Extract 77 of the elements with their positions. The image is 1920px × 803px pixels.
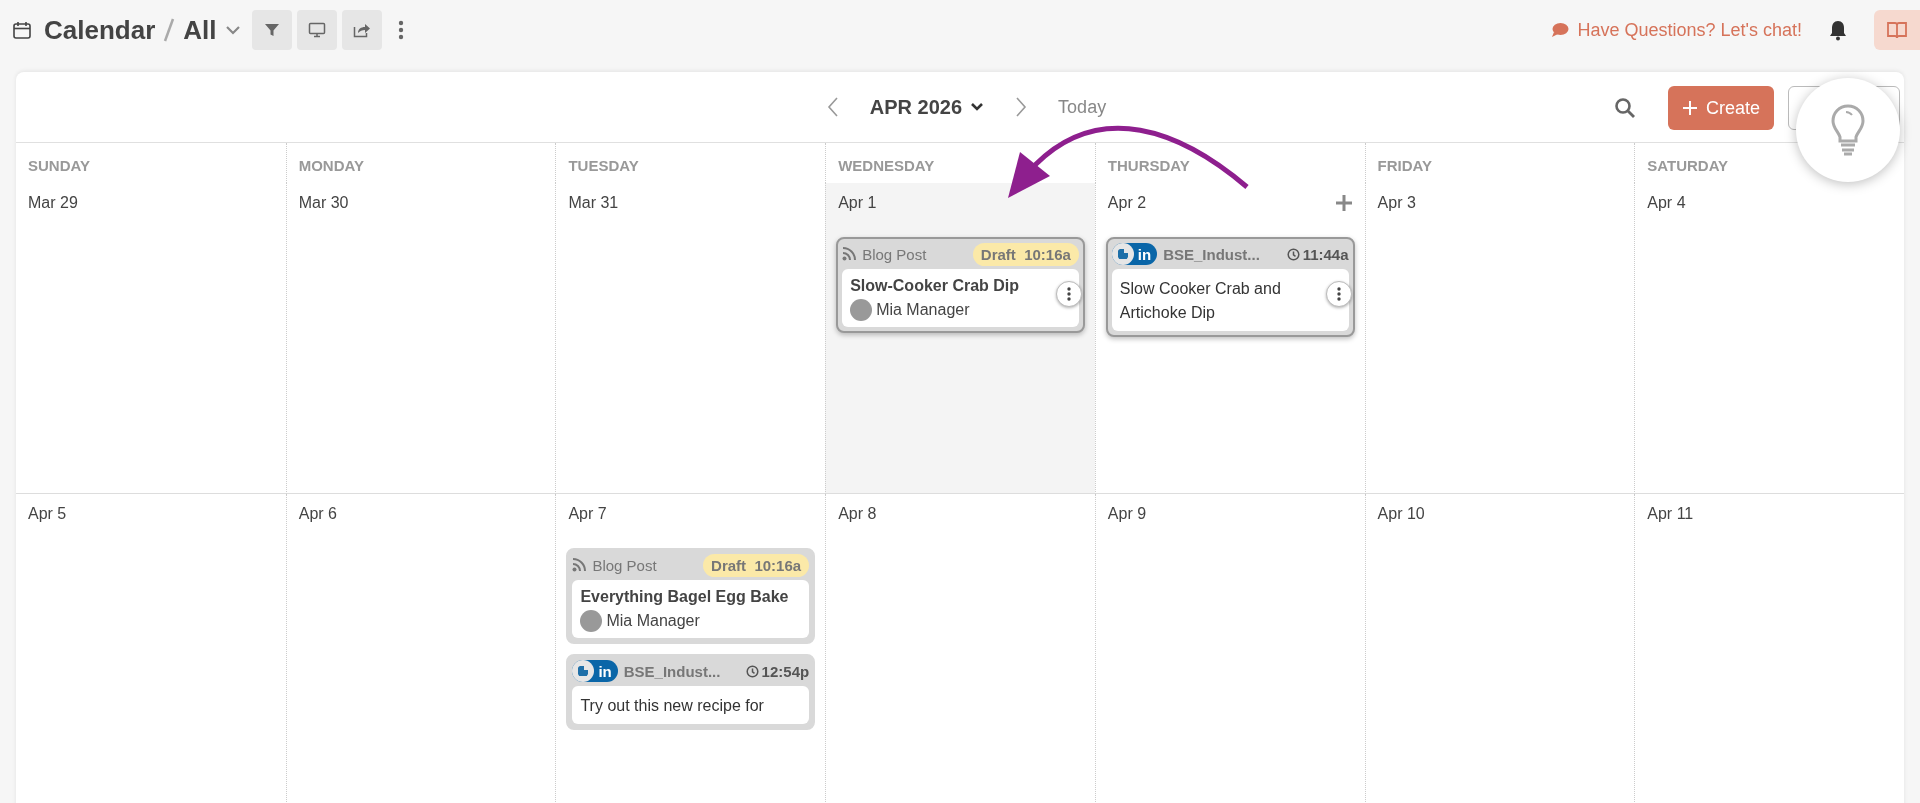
date-label: Apr 7 (568, 505, 607, 523)
date-label: Mar 29 (28, 194, 78, 212)
status-badge: Draft 10:16a (703, 553, 810, 577)
date-label: Apr 4 (1647, 194, 1686, 212)
building-icon (1111, 243, 1134, 265)
next-month-icon[interactable] (1014, 96, 1029, 118)
guide-button[interactable] (1874, 10, 1920, 50)
lightbulb-icon (1830, 103, 1866, 157)
chevron-down-icon (224, 25, 241, 35)
weekday-label: FRIDAY (1377, 157, 1433, 174)
event-card[interactable]: in BSE_Indust... 12:54p Try out this new recipe for (566, 654, 816, 730)
avatar-icon (850, 299, 873, 321)
avatar-icon (580, 610, 603, 632)
status-badge: Draft 10:16a (972, 242, 1079, 266)
weekday-label: SATURDAY (1647, 157, 1729, 174)
account-name: BSE_Indust... (623, 662, 722, 680)
social-account-badge: in (1111, 243, 1158, 265)
date-label: Apr 9 (1107, 505, 1147, 523)
event-title: Everything Bagel Egg Bake (580, 588, 790, 606)
filter-icon (263, 22, 280, 38)
author-name: Mia Manager (876, 301, 970, 319)
view-dropdown[interactable]: All (183, 14, 247, 46)
more-options-icon[interactable] (397, 20, 404, 40)
speech-bubble-icon (1551, 22, 1570, 38)
event-card[interactable]: Blog Post Draft 10:16a Slow-Cooker Crab Dip Mia Manager (836, 237, 1085, 333)
filter-button[interactable] (251, 10, 292, 50)
date-label: Apr 11 (1647, 505, 1694, 523)
date-label: Apr 6 (298, 505, 337, 523)
previous-month-icon[interactable] (825, 96, 840, 118)
weekday-label: WEDNESDAY (838, 157, 935, 174)
plus-icon (1681, 100, 1698, 116)
month-picker[interactable]: APR 2026 (869, 95, 985, 119)
book-icon (1886, 20, 1908, 40)
bell-icon[interactable] (1828, 19, 1848, 41)
weekday-label: TUESDAY (568, 157, 639, 174)
monitor-icon (307, 22, 326, 38)
scheduled-time: 12:54p (745, 662, 810, 680)
clock-icon (1286, 247, 1300, 261)
date-label: Apr 3 (1377, 194, 1416, 212)
more-options-icon (1066, 287, 1071, 301)
rss-icon (572, 558, 587, 572)
date-label: Mar 31 (568, 194, 619, 212)
chevron-down-icon (970, 102, 985, 112)
date-label: Apr 5 (28, 505, 67, 523)
scheduled-time: 11:44a (1286, 245, 1349, 263)
page-title: Calendar (44, 14, 156, 46)
share-button[interactable] (341, 10, 382, 50)
weekday-label: THURSDAY (1107, 157, 1190, 174)
rss-icon (842, 247, 857, 261)
event-card[interactable]: Blog Post Draft 10:16a Everything Bagel Egg Bake Mia Manager (566, 548, 816, 644)
event-title: Slow-Cooker Crab Dip (850, 277, 1021, 295)
today-button[interactable]: Today (1058, 96, 1107, 118)
date-label: Apr 10 (1377, 505, 1425, 523)
post-type-label: Blog Post (862, 245, 928, 263)
author-name: Mia Manager (606, 612, 700, 630)
building-icon (572, 660, 595, 682)
post-text: Slow Cooker Crab and Artichoke Dip (1119, 279, 1282, 323)
weekday-label: MONDAY (298, 157, 364, 174)
post-type-label: Blog Post (592, 556, 658, 574)
account-name: BSE_Indust... (1163, 245, 1261, 263)
clock-icon (745, 664, 759, 678)
post-text: Try out this new recipe for (580, 696, 765, 716)
weekday-label: SUNDAY (28, 157, 90, 174)
more-options-icon (1336, 287, 1341, 301)
date-label: Apr 8 (838, 505, 877, 523)
display-button[interactable] (296, 10, 337, 50)
search-icon[interactable] (1613, 97, 1636, 119)
slash-separator-icon (163, 17, 176, 43)
social-account-badge: in (572, 660, 618, 682)
add-icon[interactable] (1334, 194, 1353, 212)
share-icon (352, 22, 371, 38)
date-label: Apr 2 (1107, 194, 1147, 212)
calendar-icon (12, 20, 32, 40)
date-label: Apr 1 (838, 194, 877, 212)
event-card[interactable]: in BSE_Indust... 11:44a Slow Cooker Crab and Artichoke Dip (1105, 237, 1355, 337)
selected-day-cell[interactable]: Apr 1 Blog Post Draft 10:16a Slow-Cooker Crab Dip Mia Manager (825, 183, 1095, 494)
date-label: Mar 30 (298, 194, 349, 212)
